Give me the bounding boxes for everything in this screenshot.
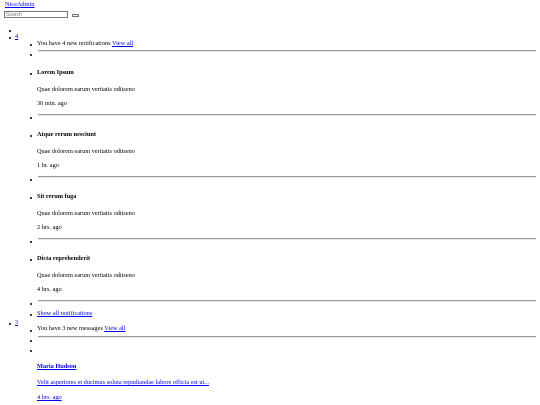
list-bullet <box>30 340 33 343</box>
messages-badge[interactable]: 3 <box>15 319 18 326</box>
list-bullet <box>30 259 33 262</box>
notifications-header: You have 4 new notifications View all <box>37 40 133 47</box>
list-bullet <box>30 303 33 306</box>
notification-time: 4 hrs. ago <box>37 286 62 293</box>
divider <box>38 336 536 338</box>
list-bullet <box>30 135 33 138</box>
list-bullet <box>30 179 33 182</box>
list-bullet <box>30 197 33 200</box>
list-bullet <box>30 241 33 244</box>
list-bullet <box>30 54 33 57</box>
search-button[interactable] <box>72 14 79 17</box>
divider <box>38 300 536 302</box>
list-bullet <box>30 330 33 333</box>
messages-header-text: You have 3 new messages <box>37 325 105 332</box>
list-bullet <box>30 44 33 47</box>
notification-time: 1 hr. ago <box>37 162 59 169</box>
messages-header: You have 3 new messages View all <box>37 325 125 332</box>
message-time[interactable]: 4 hrs. ago <box>37 394 62 401</box>
divider <box>38 114 536 116</box>
list-bullet <box>30 314 33 317</box>
notification-text: Quae dolorem earum veritatis oditseno <box>37 272 135 279</box>
notification-title: Sit rerum fuga <box>37 193 77 200</box>
nav-bullet <box>9 30 12 33</box>
divider <box>38 176 536 178</box>
nav-bullet <box>9 323 12 326</box>
message-preview[interactable]: Velit asperiores et ducimus soluta repud… <box>37 379 209 386</box>
messages-view-all-link[interactable]: View all <box>104 325 125 332</box>
nav-bullet <box>9 37 12 40</box>
notifications-view-all-link[interactable]: View all <box>112 40 133 47</box>
notification-title: Atque rerum nesciunt <box>37 131 97 138</box>
divider <box>38 238 536 240</box>
notifications-badge[interactable]: 4 <box>15 33 18 40</box>
message-sender[interactable]: Maria Hudson <box>37 363 76 370</box>
divider <box>38 50 536 52</box>
show-all-notifications-link[interactable]: Show all notifications <box>37 310 92 317</box>
notification-title: Lorem Ipsum <box>37 69 74 76</box>
notification-text: Quae dolorem earum veritatis oditseno <box>37 86 135 93</box>
list-bullet <box>30 73 33 76</box>
notifications-header-text: You have 4 new notifications <box>37 40 112 47</box>
list-bullet <box>30 117 33 120</box>
notification-title: Dicta reprehenderit <box>37 255 91 262</box>
notification-time: 30 min. ago <box>37 100 67 107</box>
notification-text: Quae dolorem earum veritatis oditseno <box>37 148 135 155</box>
brand-logo-link[interactable]: NiceAdmin <box>5 1 34 8</box>
search-input[interactable] <box>4 11 68 18</box>
notification-time: 2 hrs. ago <box>37 224 62 231</box>
list-bullet <box>30 350 33 353</box>
notification-text: Quae dolorem earum veritatis oditseno <box>37 210 135 217</box>
